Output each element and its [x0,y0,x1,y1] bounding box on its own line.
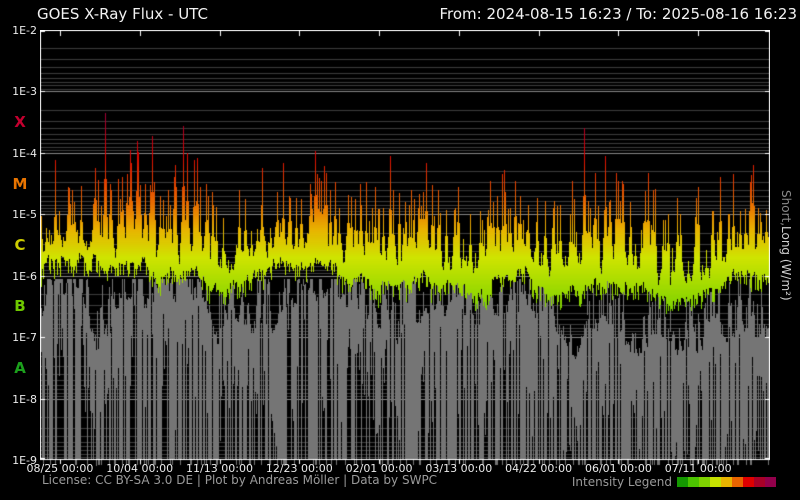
right-axis-short-label: Short, [779,189,793,226]
intensity-legend-colorbar [677,477,776,487]
flare-class-label-b: B [14,297,26,316]
legend-color-cell [754,477,765,487]
goes-xray-flux-page: GOES X-Ray Flux - UTC From: 2024-08-15 1… [0,0,800,500]
legend-color-cell [721,477,732,487]
legend-color-cell [732,477,743,487]
legend-color-cell [688,477,699,487]
time-range-label: From: 2024-08-15 16:23 / To: 2025-08-16 … [439,5,797,23]
intensity-legend: Intensity Legend [572,475,776,489]
y-tick-label: 1E-4 [12,146,37,160]
legend-color-cell [743,477,754,487]
y-tick-label: 1E-8 [12,392,37,406]
x-tick-label: 07/11 00:00 [664,462,732,475]
legend-color-cell [765,477,776,487]
y-tick-label: 1E-6 [12,269,37,283]
y-tick-label: 1E-2 [12,24,37,37]
right-axis-label: Short, Long (W/m²) [776,30,796,460]
flare-class-label-m: M [12,174,28,193]
legend-color-cell [699,477,710,487]
page-title: GOES X-Ray Flux - UTC [37,5,208,23]
y-tick-label: 1E-3 [12,85,37,99]
legend-color-cell [710,477,721,487]
flare-class-label-c: C [14,236,26,254]
right-axis-long-label: Long (W/m²) [779,225,793,301]
xray-flux-plot-canvas [40,30,770,467]
intensity-legend-label: Intensity Legend [571,475,672,489]
x-tick-label: 04/22 00:00 [505,462,573,475]
x-tick-label: 06/01 00:00 [584,462,652,475]
license-text: License: CC BY-SA 3.0 DE | Plot by Andre… [42,473,438,487]
y-tick-label: 1E-5 [12,208,37,222]
flare-class-label-a: A [14,358,26,377]
y-tick-label: 1E-7 [12,331,37,345]
flare-class-label-x: X [14,113,26,132]
legend-color-cell [677,477,688,487]
